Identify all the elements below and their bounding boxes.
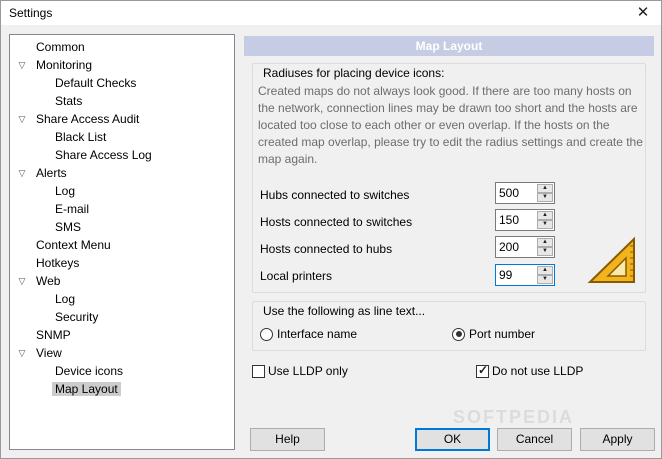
set-square-ruler-icon — [587, 236, 635, 283]
tree-item[interactable]: Default Checks — [52, 74, 139, 92]
tree-item[interactable]: Hotkeys — [33, 254, 82, 272]
checkbox[interactable] — [252, 364, 265, 378]
tree-item-label: Black List — [55, 130, 107, 144]
local-printers-label: Local printers — [260, 269, 333, 283]
port-number-radio[interactable]: Port number — [452, 327, 535, 341]
close-icon[interactable]: ✕ — [625, 1, 661, 25]
hubs-to-switches-label: Hubs connected to switches — [260, 188, 410, 202]
tree-item[interactable]: Black List — [52, 128, 109, 146]
use-lldp-only-label: Use LLDP only — [268, 364, 348, 378]
tree-item[interactable]: SMS — [52, 218, 84, 236]
ok-button[interactable]: OK — [415, 428, 490, 451]
local-printers-spinner[interactable]: 99 ▲ ▼ — [495, 264, 555, 286]
tree-item[interactable]: SNMP — [33, 326, 74, 344]
tree-item-label: Log — [55, 292, 76, 306]
checkbox-checked[interactable] — [476, 363, 489, 378]
tree-item[interactable]: Log — [52, 290, 78, 308]
cancel-button[interactable]: Cancel — [497, 428, 572, 451]
do-not-use-lldp-label: Do not use LLDP — [492, 364, 584, 378]
panel-header: Map Layout — [244, 36, 654, 56]
tree-item-label: Alerts — [36, 166, 67, 180]
spin-down-icon[interactable]: ▼ — [537, 247, 553, 256]
spin-up-icon[interactable]: ▲ — [537, 238, 553, 247]
spin-up-icon[interactable]: ▲ — [537, 266, 553, 275]
line-text-group: Use the following as line text... — [252, 301, 646, 351]
chevron-down-icon[interactable]: ▽ — [15, 272, 29, 290]
tree-item[interactable]: Share Access Log — [52, 146, 155, 164]
tree-item[interactable]: ▽ Web — [19, 272, 63, 290]
tree-item-label: Log — [55, 184, 76, 198]
hosts-to-hubs-label: Hosts connected to hubs — [260, 242, 393, 256]
radius-description: Created maps do not always look good. If… — [258, 84, 643, 166]
tree-item-label: Device icons — [55, 364, 124, 378]
apply-button[interactable]: Apply — [580, 428, 655, 451]
tree-item-label: Share Access Audit — [36, 112, 140, 126]
radio-button-selected[interactable] — [452, 327, 465, 341]
title-bar: Settings ✕ — [1, 1, 661, 25]
hosts-to-switches-value: 150 — [499, 213, 520, 227]
line-text-group-title: Use the following as line text... — [261, 304, 428, 318]
settings-tree: Common ▽ Monitoring Default Checks Stats ▽ Sha… — [9, 34, 235, 450]
tree-item[interactable]: Map Layout — [52, 380, 121, 398]
watermark: SOFTPEDIA — [453, 407, 575, 427]
chevron-down-icon[interactable]: ▽ — [15, 164, 29, 182]
tree-item-label: View — [36, 346, 62, 360]
tree-item-label: Web — [36, 274, 61, 288]
chevron-down-icon[interactable]: ▽ — [15, 110, 29, 128]
hubs-to-switches-value: 500 — [499, 186, 520, 200]
window-title: Settings — [9, 6, 53, 20]
tree-item[interactable]: ▽ Share Access Audit — [19, 110, 142, 128]
spin-down-icon[interactable]: ▼ — [537, 193, 553, 202]
tree-item[interactable]: Common — [33, 38, 88, 56]
radio-button[interactable] — [260, 327, 273, 341]
tree-item[interactable]: ▽ Monitoring — [19, 56, 95, 74]
spin-down-icon[interactable]: ▼ — [537, 275, 553, 284]
help-button[interactable]: Help — [250, 428, 325, 451]
tree-item[interactable]: Log — [52, 182, 78, 200]
use-lldp-only-checkbox[interactable]: Use LLDP only — [252, 364, 348, 378]
do-not-use-lldp-checkbox[interactable]: Do not use LLDP — [476, 363, 584, 378]
spin-up-icon[interactable]: ▲ — [537, 211, 553, 220]
hosts-to-hubs-spinner[interactable]: 200 ▲ ▼ — [495, 236, 555, 258]
tree-item[interactable]: E-mail — [52, 200, 92, 218]
hosts-to-switches-spinner[interactable]: 150 ▲ ▼ — [495, 209, 555, 231]
tree-item-label: SMS — [55, 220, 82, 234]
radius-group-title: Radiuses for placing device icons: — [261, 66, 447, 80]
tree-item[interactable]: Device icons — [52, 362, 126, 380]
tree-item[interactable]: Security — [52, 308, 101, 326]
tree-item-label: Map Layout — [52, 382, 121, 396]
interface-name-label: Interface name — [277, 327, 358, 341]
tree-item-label: Share Access Log — [55, 148, 152, 162]
tree-item-label: Security — [55, 310, 99, 324]
tree-item-label: SNMP — [36, 328, 71, 342]
hosts-to-switches-label: Hosts connected to switches — [260, 215, 413, 229]
tree-item-label: Monitoring — [36, 58, 93, 72]
spin-down-icon[interactable]: ▼ — [537, 220, 553, 229]
hubs-to-switches-spinner[interactable]: 500 ▲ ▼ — [495, 182, 555, 204]
hosts-to-hubs-value: 200 — [499, 240, 520, 254]
interface-name-radio[interactable]: Interface name — [260, 327, 357, 341]
tree-item-label: Stats — [55, 94, 83, 108]
spin-up-icon[interactable]: ▲ — [537, 184, 553, 193]
tree-item-label: Context Menu — [36, 238, 111, 252]
tree-item-label: Hotkeys — [36, 256, 80, 270]
settings-window: Settings ✕ Common ▽ Monitoring Default Chec… — [0, 0, 662, 459]
tree-item-label: Common — [36, 40, 85, 54]
tree-item[interactable]: ▽ Alerts — [19, 164, 70, 182]
tree-item[interactable]: Stats — [52, 92, 85, 110]
tree-item[interactable]: ▽ View — [19, 344, 65, 362]
port-number-label: Port number — [469, 327, 536, 341]
tree-item[interactable]: Context Menu — [33, 236, 114, 254]
local-printers-value: 99 — [499, 268, 513, 282]
chevron-down-icon[interactable]: ▽ — [15, 344, 29, 362]
tree-item-label: E-mail — [55, 202, 90, 216]
chevron-down-icon[interactable]: ▽ — [15, 56, 29, 74]
tree-item-label: Default Checks — [55, 76, 137, 90]
